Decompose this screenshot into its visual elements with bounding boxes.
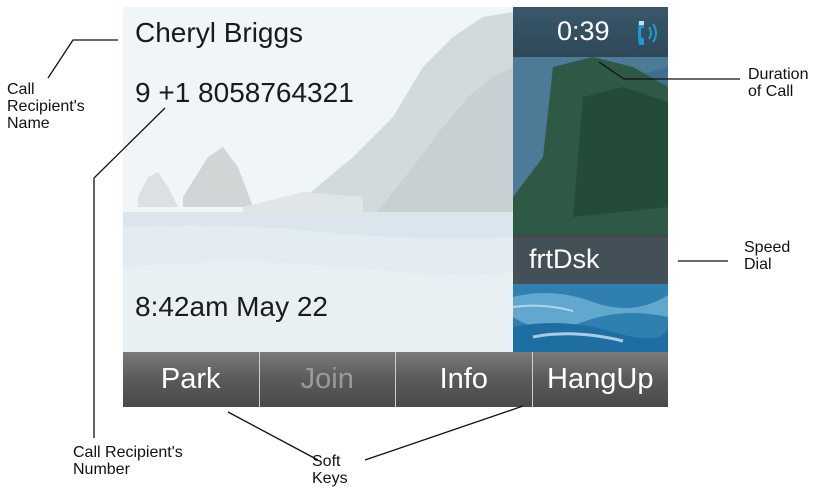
callout-text-line: Soft [312, 453, 341, 470]
date-time: 8:42am May 22 [135, 291, 328, 322]
speed-dial-button[interactable]: frtDsk [513, 234, 668, 284]
callout-recipient-name: Call Recipient's Name [7, 81, 85, 132]
callout-text-line: Dial [744, 256, 772, 273]
call-duration: 0:39 [557, 16, 610, 46]
callout-line-soft-keys-left [227, 411, 319, 461]
call-duration-panel: 0:39 [513, 7, 668, 57]
callout-soft-keys: Soft Keys [312, 453, 348, 487]
callout-duration: Duration of Call [748, 66, 808, 100]
softkey-bar: Park Join Info HangUp [123, 352, 668, 407]
callout-text-line: Recipient's [7, 98, 85, 115]
handset-icon [638, 21, 657, 45]
call-recipient-number: 9 +1 8058764321 [135, 77, 354, 108]
callout-line-soft-keys-right [364, 405, 524, 461]
call-recipient-name: Cheryl Briggs [135, 17, 304, 48]
callout-speed-dial: Speed Dial [744, 239, 790, 273]
background-image-panel [513, 7, 668, 352]
speed-dial-label: frtDsk [529, 244, 600, 274]
callout-text-line: Number [73, 461, 130, 478]
softkey-join[interactable]: Join [260, 352, 396, 407]
callout-text-line: Name [7, 115, 50, 132]
callout-text-line: Call Recipient's [73, 444, 183, 461]
softkey-park[interactable]: Park [123, 352, 260, 407]
callout-text-line: Duration [748, 66, 809, 83]
callout-text-line: Speed [744, 239, 791, 256]
callout-text-line: of Call [748, 83, 794, 100]
callout-recipient-number: Call Recipient's Number [73, 444, 183, 478]
callout-text-line: Call [7, 81, 35, 98]
phone-screen: Cheryl Briggs 9 +1 8058764321 8:42am May… [123, 7, 668, 407]
softkey-hangup[interactable]: HangUp [533, 352, 669, 407]
softkey-info[interactable]: Info [396, 352, 533, 407]
callout-line-name [47, 39, 118, 79]
callout-text-line: Keys [312, 470, 348, 487]
